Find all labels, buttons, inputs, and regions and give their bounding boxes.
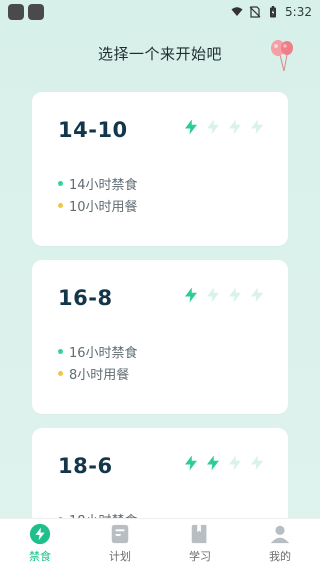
eating-dot-icon — [58, 202, 63, 208]
eating-duration: 10小时用餐 — [58, 194, 138, 216]
user-icon — [270, 525, 290, 544]
plan-title: 18-6 — [58, 454, 113, 478]
header: 选择一个来开始吧 — [0, 38, 320, 72]
app-screen: 5:32 选择一个来开始吧 14-10 14小时禁食 10小时用餐 16-8 1… — [0, 0, 320, 568]
nav-label: 禁食 — [29, 550, 51, 563]
notification-icon — [28, 4, 44, 20]
bolt-icon — [251, 119, 263, 135]
plan-details: 14小时禁食 10小时用餐 — [58, 172, 138, 216]
balloon-icon[interactable] — [268, 38, 296, 72]
nav-item-learn[interactable]: 学习 — [170, 523, 230, 564]
eating-duration: 8小时用餐 — [58, 362, 138, 384]
plan-title: 14-10 — [58, 118, 128, 142]
plan-card[interactable]: 14-10 14小时禁食 10小时用餐 — [32, 92, 288, 246]
bolt-icon — [207, 455, 219, 471]
intensity-bolts — [182, 454, 266, 472]
eating-text: 10小时用餐 — [69, 199, 138, 215]
nav-label: 学习 — [189, 550, 211, 563]
nav-label: 我的 — [269, 550, 291, 563]
eating-text: 8小时用餐 — [69, 367, 130, 383]
fasting-duration: 14小时禁食 — [58, 172, 138, 194]
bolt-icon — [29, 523, 51, 545]
plan-title: 16-8 — [58, 286, 113, 310]
battery-icon — [270, 6, 277, 18]
page-title: 选择一个来开始吧 — [97, 44, 222, 63]
bolt-icon — [185, 287, 197, 303]
plan-card[interactable]: 16-8 16小时禁食 8小时用餐 — [32, 260, 288, 414]
plan-details: 16小时禁食 8小时用餐 — [58, 340, 138, 384]
fasting-text: 14小时禁食 — [69, 177, 138, 193]
bolt-icon — [251, 287, 263, 303]
status-time: 5:32 — [285, 5, 312, 19]
fasting-text: 16小时禁食 — [69, 345, 138, 361]
bolt-icon — [229, 287, 241, 303]
plan-icon — [111, 524, 129, 544]
bolt-icon — [207, 287, 219, 303]
eating-dot-icon — [58, 370, 63, 376]
fasting-duration: 16小时禁食 — [58, 340, 138, 362]
nav-item-profile[interactable]: 我的 — [250, 523, 310, 564]
nav-item-fasting[interactable]: 禁食 — [10, 523, 70, 564]
book-icon — [191, 524, 207, 544]
status-right: 5:32 — [231, 5, 312, 19]
notification-icon — [8, 4, 24, 20]
intensity-bolts — [182, 286, 266, 304]
bolt-icon — [229, 455, 241, 471]
bolt-icon — [185, 119, 197, 135]
status-left — [8, 4, 44, 20]
bottom-nav: 禁食 计划 学习 我的 — [0, 518, 320, 568]
fasting-dot-icon — [58, 348, 63, 354]
nav-label: 计划 — [109, 550, 131, 563]
intensity-bolts — [182, 118, 266, 136]
status-bar: 5:32 — [0, 0, 320, 24]
bolt-icon — [229, 119, 241, 135]
bolt-icon — [185, 455, 197, 471]
bolt-icon — [207, 119, 219, 135]
wifi-icon — [231, 7, 243, 16]
nav-item-plan[interactable]: 计划 — [90, 523, 150, 564]
bolt-icon — [251, 455, 263, 471]
fasting-dot-icon — [58, 180, 63, 186]
no-sim-icon — [249, 6, 261, 18]
